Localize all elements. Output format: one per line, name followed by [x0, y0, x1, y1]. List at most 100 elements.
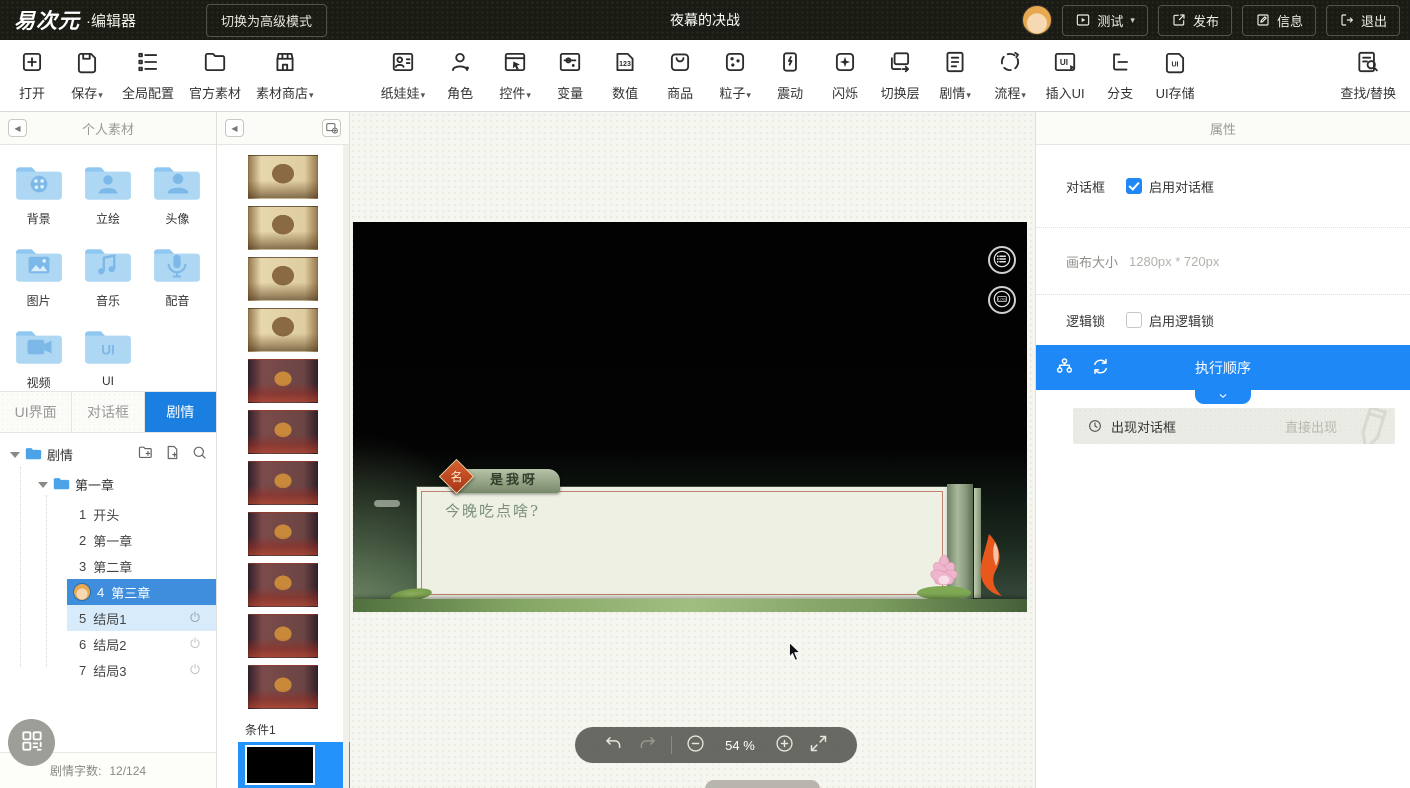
topbar-publish-button[interactable]: 发布 [1158, 5, 1232, 36]
toolbar-character[interactable]: 角色 [440, 49, 480, 102]
tree-item-label: 结局1 [93, 609, 126, 628]
power-toggle-icon[interactable] [188, 662, 202, 679]
scene-thumbnail[interactable] [248, 563, 318, 607]
fit-screen-icon[interactable] [808, 733, 829, 757]
execution-order-title: 执行顺序 [1036, 358, 1410, 378]
toolbar-save[interactable]: 保存▾ [67, 49, 107, 102]
collapse-panel-button[interactable]: ◀ [8, 119, 27, 137]
scene-thumbnail[interactable] [248, 461, 318, 505]
save-icon [74, 49, 100, 78]
tree-guide-line [46, 495, 47, 667]
topbar-exit-button[interactable]: 退出 [1326, 5, 1400, 36]
dropdown-arrow-icon: ▾ [1021, 90, 1026, 100]
toolbar-numeric[interactable]: 123数值 [605, 49, 645, 102]
game-preview[interactable]: LOG 今晚吃点啥? 是我呀 名 [353, 222, 1027, 612]
log-icon: LOG [992, 289, 1012, 312]
material-folder-mic[interactable]: 配音 [143, 243, 212, 309]
dialogue-box[interactable]: 今晚吃点啥? [417, 487, 947, 599]
tree-item-label: 结局3 [93, 661, 126, 680]
tree-item-4[interactable]: 4第三章 [67, 579, 216, 605]
tree-item-6[interactable]: 6结局2 [67, 631, 216, 657]
selected-scene-item[interactable] [238, 742, 350, 788]
scene-thumbnail[interactable] [248, 257, 318, 301]
switch-advanced-mode-button[interactable]: 切换为高级模式 [206, 4, 327, 37]
search-icon[interactable] [191, 444, 208, 464]
scene-thumbnail[interactable] [248, 614, 318, 658]
topbar-test-button[interactable]: 测试▾ [1062, 5, 1148, 36]
toolbar-switch-layer[interactable]: 切换层 [880, 49, 920, 102]
tab-剧情[interactable]: 剧情 [145, 392, 216, 432]
scene-thumbnail[interactable] [248, 155, 318, 199]
toolbar-paper-doll[interactable]: 纸娃娃▾ [381, 49, 426, 102]
scene-thumbnail[interactable] [248, 665, 318, 709]
toolbar-open[interactable]: 打开 [12, 49, 52, 102]
strip-scrollbar[interactable] [343, 145, 349, 788]
zoom-in-icon[interactable] [774, 733, 795, 757]
toolbar-ui-storage[interactable]: UIUI存储 [1155, 49, 1195, 102]
material-folder-film[interactable]: 背景 [4, 161, 73, 227]
add-folder-icon[interactable] [137, 444, 154, 464]
enable-dialog-checkbox[interactable] [1126, 178, 1142, 194]
material-folder-image[interactable]: 图片 [4, 243, 73, 309]
material-folder-ui[interactable]: UIUI [73, 325, 142, 391]
power-toggle-icon[interactable] [188, 610, 202, 627]
toolbar-official-assets[interactable]: 官方素材 [189, 49, 241, 102]
scene-thumbnail[interactable] [248, 410, 318, 454]
toolbar-asset-store[interactable]: 素材商店▾ [256, 49, 314, 102]
toolbar-flow[interactable]: 流程▾ [990, 49, 1030, 102]
material-folder-video[interactable]: 视频 [4, 325, 73, 391]
zoom-out-icon[interactable] [685, 733, 706, 757]
folder-label: 视频 [27, 374, 51, 391]
tab-UI界面[interactable]: UI界面 [0, 392, 72, 432]
undo-icon[interactable] [603, 733, 624, 757]
toolbar-widgets[interactable]: 控件▾ [495, 49, 535, 102]
scene-thumbnail[interactable] [248, 359, 318, 403]
doll-icon [390, 49, 416, 78]
dialogue-text: 今晚吃点啥? [445, 500, 540, 521]
material-folder-bust[interactable]: 头像 [143, 161, 212, 227]
tree-root-row[interactable]: 剧情 [0, 441, 216, 467]
svg-text:LOG: LOG [998, 297, 1006, 301]
toolbar-flash[interactable]: 闪烁 [825, 49, 865, 102]
game-log-button[interactable]: LOG [988, 286, 1016, 314]
scene-thumbnail[interactable] [248, 206, 318, 250]
user-avatar[interactable] [1022, 5, 1052, 35]
topbar: 易次元 ·编辑器 切换为高级模式 夜幕的决战 测试▾发布信息退出 [0, 0, 1410, 40]
toolbar-variables[interactable]: 变量 [550, 49, 590, 102]
add-file-icon[interactable] [164, 444, 181, 464]
collapse-strip-button[interactable]: ◀ [225, 119, 244, 137]
tree-chapter-row[interactable]: 第一章 [0, 471, 216, 497]
tree-item-5[interactable]: 5结局1 [67, 605, 216, 631]
toolbar-particles[interactable]: 粒子▾ [715, 49, 755, 102]
enable-logic-lock-checkbox[interactable] [1126, 312, 1142, 328]
step-label: 出现对话框 [1111, 417, 1176, 436]
tree-item-2[interactable]: 2第一章 [67, 527, 216, 553]
tree-item-3[interactable]: 3第二章 [67, 553, 216, 579]
toolbar-plot[interactable]: 剧情▾ [935, 49, 975, 102]
folder-label: 背景 [27, 210, 51, 227]
material-folder-person[interactable]: 立绘 [73, 161, 142, 227]
power-toggle-icon[interactable] [188, 636, 202, 653]
material-folder-music[interactable]: 音乐 [73, 243, 142, 309]
redo-icon[interactable] [637, 733, 658, 757]
folder-label: 图片 [27, 292, 51, 309]
toolbar-insert-ui[interactable]: UI插入UI [1045, 49, 1085, 102]
toolbar-goods[interactable]: 商品 [660, 49, 700, 102]
collapse-execution-tab[interactable] [1195, 390, 1251, 404]
toolbar-global-config[interactable]: 全局配置 [122, 49, 174, 102]
scene-thumbnail[interactable] [248, 512, 318, 556]
tree-item-7[interactable]: 7结局3 [67, 657, 216, 683]
dropdown-arrow-icon: ▾ [98, 90, 103, 100]
qr-code-button[interactable] [8, 719, 55, 766]
toolbar-find-replace[interactable]: 查找/替换 [1340, 49, 1396, 102]
tree-item-number: 4 [97, 585, 104, 600]
toolbar-branch[interactable]: 分支 [1100, 49, 1140, 102]
scene-thumbnail[interactable] [248, 308, 318, 352]
execution-step-row[interactable]: 出现对话框 直接出现 [1073, 408, 1395, 444]
add-scene-button[interactable] [322, 119, 341, 137]
tab-对话框[interactable]: 对话框 [72, 392, 144, 432]
game-menu-button[interactable] [988, 246, 1016, 274]
topbar-info-button[interactable]: 信息 [1242, 5, 1316, 36]
tree-item-1[interactable]: 1开头 [67, 501, 216, 527]
toolbar-shake[interactable]: 震动 [770, 49, 810, 102]
